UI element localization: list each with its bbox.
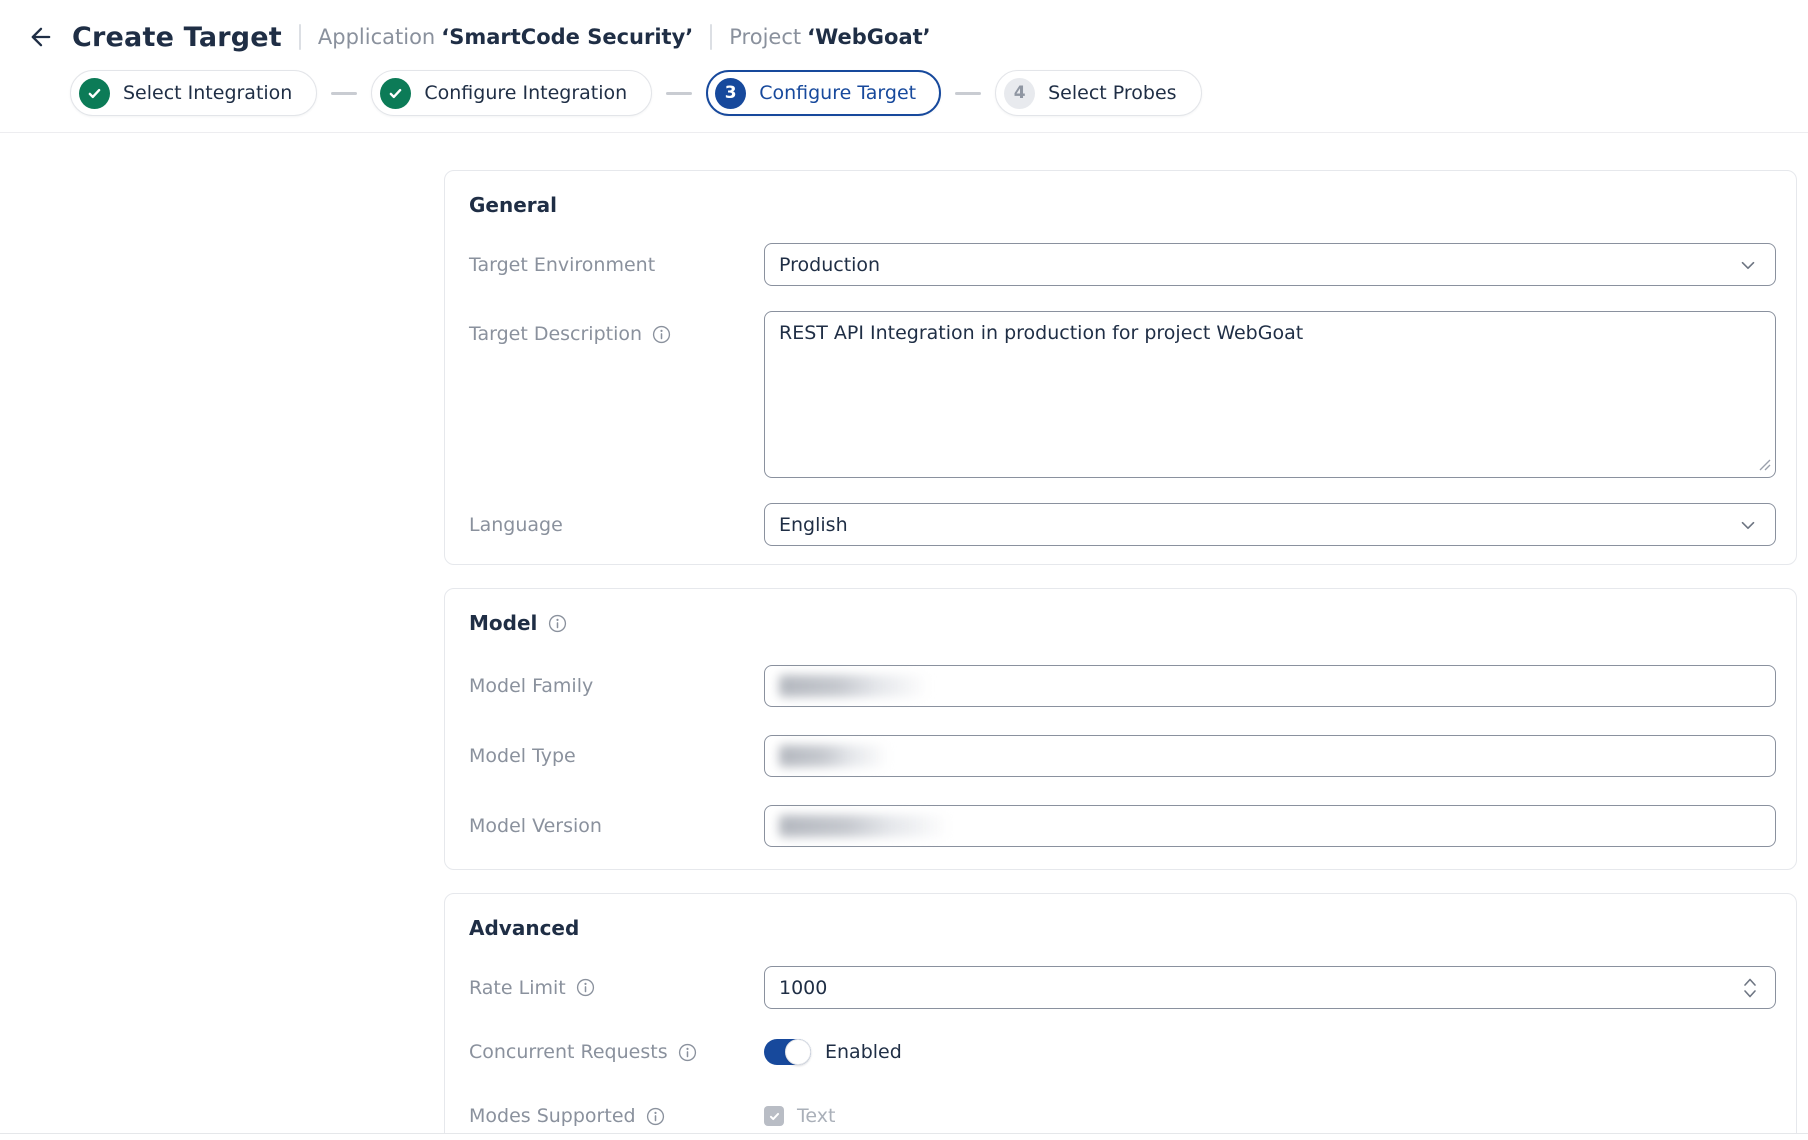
redacted-value — [779, 675, 929, 697]
step-configure-integration[interactable]: Configure Integration — [371, 70, 652, 116]
field-target-description: Target Description REST API Integration … — [469, 311, 1776, 478]
chevron-down-icon — [1737, 254, 1759, 276]
target-description-textarea[interactable]: REST API Integration in production for p… — [764, 311, 1776, 478]
model-type-input[interactable] — [764, 735, 1776, 777]
title-row: Create Target Application‘SmartCode Secu… — [0, 12, 1808, 62]
advanced-heading: Advanced — [469, 916, 579, 940]
rate-limit-label: Rate Limit — [469, 977, 566, 999]
info-icon — [547, 613, 568, 634]
breadcrumb-project: Project‘WebGoat’ — [729, 25, 930, 49]
check-circle-icon — [79, 78, 110, 109]
info-icon — [645, 1106, 666, 1127]
rate-limit-input[interactable] — [779, 977, 979, 999]
field-modes-supported: Modes Supported Text — [469, 1105, 1776, 1127]
arrow-left-icon — [27, 23, 55, 51]
modes-text-label: Text — [797, 1105, 835, 1127]
field-model-family: Model Family — [469, 665, 1776, 707]
field-model-version: Model Version — [469, 805, 1776, 847]
model-heading: Model — [469, 611, 537, 635]
chevron-down-icon — [1737, 514, 1759, 536]
language-select[interactable]: English — [764, 503, 1776, 546]
number-stepper[interactable] — [1741, 975, 1759, 1001]
redacted-value — [779, 745, 889, 767]
step-label: Select Integration — [123, 82, 292, 104]
field-language: Language English — [469, 503, 1776, 546]
step-label: Configure Integration — [424, 82, 627, 104]
page-header: Create Target Application‘SmartCode Secu… — [0, 0, 1808, 133]
concurrent-requests-label: Concurrent Requests — [469, 1041, 668, 1063]
breadcrumb-separator — [710, 24, 712, 50]
check-icon — [768, 1110, 781, 1123]
rate-limit-field — [764, 966, 1776, 1009]
step-number-badge: 3 — [715, 78, 746, 109]
model-version-label: Model Version — [469, 815, 602, 837]
toggle-status-label: Enabled — [825, 1041, 902, 1063]
target-description-label: Target Description — [469, 323, 642, 345]
general-heading: General — [469, 193, 557, 217]
field-target-environment: Target Environment Production — [469, 243, 1776, 286]
model-section: Model Model Family Model Type — [444, 588, 1797, 870]
model-family-label: Model Family — [469, 675, 593, 697]
form-content: General Target Environment Production Ta… — [444, 133, 1797, 1140]
model-version-input[interactable] — [764, 805, 1776, 847]
info-icon — [677, 1042, 698, 1063]
back-button[interactable] — [22, 18, 60, 56]
model-family-input[interactable] — [764, 665, 1776, 707]
language-label: Language — [469, 514, 563, 536]
field-rate-limit: Rate Limit — [469, 966, 1776, 1009]
modes-supported-label: Modes Supported — [469, 1105, 636, 1127]
modes-text-checkbox[interactable] — [764, 1106, 784, 1126]
general-section: General Target Environment Production Ta… — [444, 170, 1797, 565]
breadcrumb-application: Application‘SmartCode Security’ — [318, 25, 693, 49]
advanced-section: Advanced Rate Limit Concurrent Requests — [444, 893, 1797, 1140]
stepper-arrows-icon — [1741, 975, 1759, 1001]
field-concurrent-requests: Concurrent Requests Enabled — [469, 1039, 1776, 1065]
field-model-type: Model Type — [469, 735, 1776, 777]
breadcrumb-separator — [299, 24, 301, 50]
redacted-value — [779, 815, 949, 837]
wizard-stepper: Select Integration Configure Integration… — [70, 70, 1808, 116]
step-label: Configure Target — [759, 82, 916, 104]
info-icon — [575, 977, 596, 998]
step-number-badge: 4 — [1004, 78, 1035, 109]
check-circle-icon — [380, 78, 411, 109]
page-title: Create Target — [72, 22, 282, 53]
info-icon — [651, 324, 672, 345]
toggle-knob — [785, 1039, 811, 1065]
step-select-probes[interactable]: 4 Select Probes — [995, 70, 1201, 116]
concurrent-requests-toggle[interactable] — [764, 1039, 811, 1065]
step-label: Select Probes — [1048, 82, 1176, 104]
step-connector — [955, 92, 981, 95]
bottom-edge — [0, 1133, 1808, 1140]
model-type-label: Model Type — [469, 745, 576, 767]
target-environment-select[interactable]: Production — [764, 243, 1776, 286]
step-configure-target[interactable]: 3 Configure Target — [706, 70, 941, 116]
step-connector — [331, 92, 357, 95]
step-select-integration[interactable]: Select Integration — [70, 70, 317, 116]
target-environment-label: Target Environment — [469, 254, 655, 276]
step-connector — [666, 92, 692, 95]
